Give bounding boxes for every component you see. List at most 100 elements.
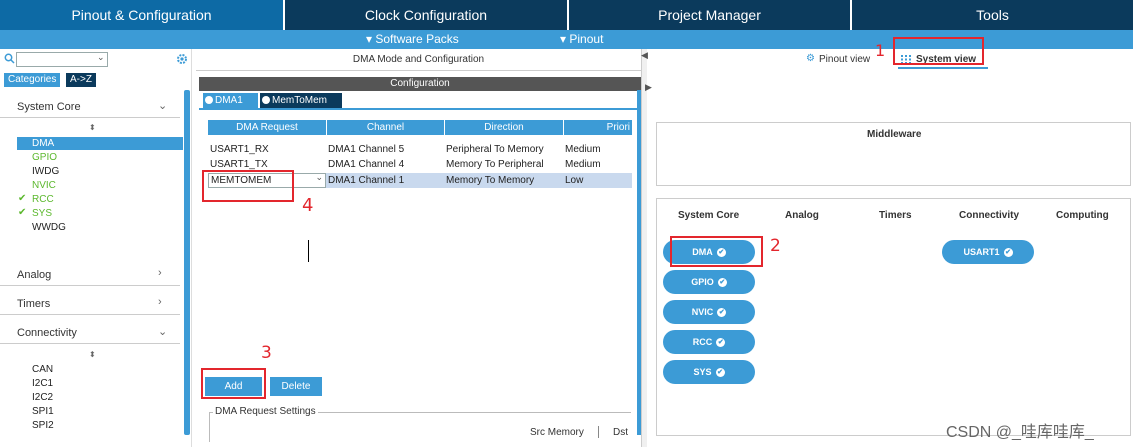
chevron-down-icon: ⌄ [158, 326, 168, 338]
list-item-gpio[interactable]: GPIO [32, 151, 57, 164]
tab-tools[interactable]: Tools [852, 0, 1133, 30]
table-cell[interactable]: Memory To Memory [444, 174, 534, 188]
list-item-label: SYS [32, 208, 53, 219]
list-item-label: SPI1 [32, 406, 54, 417]
text-cursor [308, 240, 309, 262]
column-header-channel[interactable]: Channel [327, 120, 444, 135]
check-circle-icon [262, 96, 270, 104]
pill-label: GPIO [691, 277, 714, 287]
chevron-down-icon: ⌄ [315, 172, 323, 182]
group-system-core[interactable]: System Core ⌄ [0, 96, 180, 118]
table-cell[interactable]: DMA1 Channel 1 [326, 174, 404, 188]
check-icon: ✔ [18, 207, 27, 218]
column-header-label: Priori [606, 122, 630, 133]
src-memory-label: Src Memory [530, 427, 584, 438]
column-connectivity: Connectivity [959, 210, 1020, 221]
tab-dma1-label: DMA1 [215, 95, 243, 106]
check-circle-icon [205, 96, 213, 104]
search-input[interactable]: ⌄ [16, 52, 108, 67]
delete-button[interactable]: Delete [270, 377, 322, 396]
group-timers[interactable]: Timers › [0, 293, 180, 315]
chevron-right-icon: › [158, 296, 162, 308]
table-cell[interactable]: Low [563, 174, 583, 188]
list-item-iwdg[interactable]: IWDG [32, 165, 59, 178]
gpio-pill-button[interactable]: GPIO ✔ [663, 270, 755, 294]
column-header-dma-request[interactable]: DMA Request [208, 120, 326, 135]
table-cell[interactable]: USART1_RX [208, 143, 269, 157]
list-item-rcc[interactable]: RCC [32, 193, 54, 206]
collapse-left-icon[interactable]: ◀ [641, 50, 648, 61]
list-item-label: WWDG [32, 222, 66, 233]
annotation-number-3: 3 [261, 343, 272, 363]
rcc-pill-button[interactable]: RCC ✔ [663, 330, 755, 354]
annotation-box-dma [670, 236, 763, 267]
software-packs-menu[interactable]: ▾ Software Packs [366, 30, 459, 49]
pinout-view-tab[interactable]: Pinout view [819, 54, 870, 65]
tab-underline [199, 108, 641, 110]
expand-right-icon[interactable]: ▶ [645, 82, 652, 93]
sys-pill-button[interactable]: SYS ✔ [663, 360, 755, 384]
pill-label: USART1 [963, 247, 1000, 257]
list-item-dma[interactable]: DMA [17, 137, 183, 150]
list-item-spi1[interactable]: SPI1 [32, 405, 54, 418]
list-item-sys[interactable]: SYS [32, 207, 52, 220]
group-timers-label: Timers [17, 298, 51, 310]
column-header-label: Direction [484, 122, 524, 133]
tab-categories[interactable]: Categories [4, 73, 61, 87]
tab-dma1[interactable]: DMA1 [203, 93, 258, 108]
gear-icon[interactable] [176, 53, 188, 65]
tab-pinout-configuration[interactable]: Pinout & Configuration [0, 0, 283, 30]
list-item-wwdg[interactable]: WWDG [32, 221, 66, 234]
tab-clock-configuration[interactable]: Clock Configuration [285, 0, 567, 30]
list-item-label: I2C2 [32, 392, 54, 403]
tab-project-manager[interactable]: Project Manager [569, 0, 850, 30]
watermark: CSDN @_哇库哇库_ [946, 424, 1094, 441]
left-scrollbar[interactable] [184, 90, 190, 435]
list-item-spi2[interactable]: SPI2 [32, 419, 54, 432]
tab-pinout-configuration-label: Pinout & Configuration [71, 7, 212, 23]
list-item-i2c2[interactable]: I2C2 [32, 391, 53, 404]
tab-a-to-z-label: A->Z [70, 74, 92, 85]
column-header-direction[interactable]: Direction [445, 120, 563, 135]
group-connectivity[interactable]: Connectivity ⌄ [0, 322, 180, 344]
check-circle-icon: ✔ [717, 278, 727, 288]
pinout-menu[interactable]: ▾ Pinout [560, 30, 603, 49]
column-header-priority[interactable]: Priori [564, 120, 632, 135]
list-item-label: IWDG [32, 166, 60, 177]
pill-label: NVIC [691, 307, 714, 317]
panel-splitter[interactable] [641, 49, 647, 447]
list-item-can[interactable]: CAN [32, 363, 53, 376]
table-cell[interactable]: Peripheral To Memory [444, 143, 544, 157]
list-item-label: NVIC [32, 180, 56, 191]
annotation-box-system-view [893, 37, 984, 65]
chevron-down-icon: ⌄ [158, 100, 168, 112]
chip-icon: ⚙ [806, 53, 815, 64]
tab-tools-label: Tools [976, 7, 1009, 23]
table-cell[interactable]: DMA1 Channel 4 [326, 158, 404, 172]
list-item-label: DMA [32, 138, 55, 149]
table-cell[interactable]: Memory To Peripheral [444, 158, 544, 172]
group-analog[interactable]: Analog › [0, 264, 180, 286]
pinout-view-label: Pinout view [819, 54, 871, 65]
chevron-down-icon: ▾ [560, 32, 567, 46]
nvic-pill-button[interactable]: NVIC ✔ [663, 300, 755, 324]
list-item-label: I2C1 [32, 378, 54, 389]
middleware-title: Middleware [867, 129, 922, 140]
tab-memtomem-label: MemToMem [272, 95, 328, 106]
chevron-down-icon: ⌄ [97, 52, 105, 62]
table-cell[interactable]: Medium [563, 143, 601, 157]
usart1-pill-button[interactable]: USART1 ✔ [942, 240, 1034, 264]
list-item-i2c1[interactable]: I2C1 [32, 377, 53, 390]
pill-label: SYS [693, 367, 712, 377]
table-cell[interactable]: DMA1 Channel 5 [326, 143, 404, 157]
search-icon[interactable] [4, 53, 15, 64]
sort-icon: ⬍ [89, 123, 96, 132]
list-item-nvic[interactable]: NVIC [32, 179, 56, 192]
tab-memtomem[interactable]: MemToMem [260, 93, 342, 108]
list-item-label: GPIO [32, 152, 58, 163]
list-item-label: SPI2 [32, 420, 54, 431]
software-packs-label: Software Packs [375, 32, 459, 46]
column-header-label: Channel [366, 122, 405, 133]
table-cell[interactable]: Medium [563, 158, 601, 172]
tab-a-to-z[interactable]: A->Z [66, 73, 96, 87]
